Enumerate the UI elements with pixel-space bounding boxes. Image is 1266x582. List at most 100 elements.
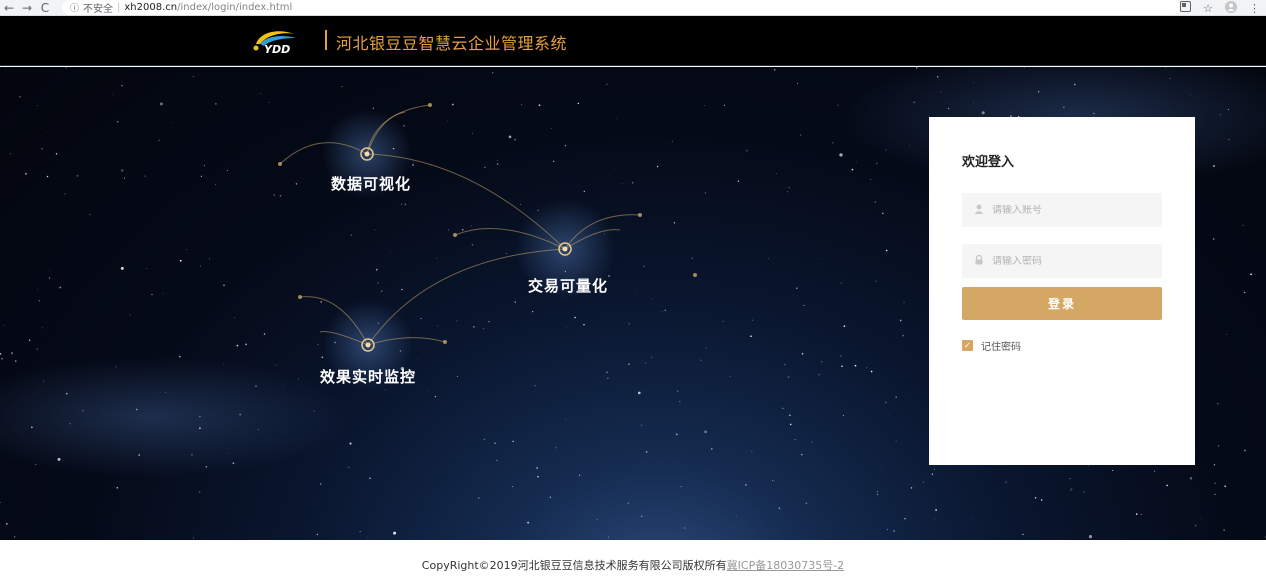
star (171, 122, 172, 123)
star (596, 518, 598, 521)
page-footer: CopyRight©2019河北银豆豆信息技术服务有限公司版权所有冀ICP备18… (0, 540, 1266, 582)
header-divider (325, 30, 327, 50)
star (46, 130, 48, 132)
star (1228, 138, 1230, 141)
star (268, 102, 270, 103)
star (1194, 524, 1197, 527)
reload-icon[interactable]: C (36, 0, 54, 16)
star (404, 203, 407, 206)
star (446, 120, 448, 122)
remember-password[interactable]: ✓ 记住密码 (962, 338, 1021, 353)
star (473, 326, 475, 328)
star (89, 214, 91, 216)
star (298, 378, 299, 380)
star (607, 377, 609, 379)
forward-icon[interactable]: → (18, 0, 36, 16)
star (805, 502, 808, 505)
info-icon[interactable]: ⓘ (70, 1, 79, 14)
login-button[interactable]: 登录 (962, 287, 1162, 320)
star (1169, 77, 1171, 80)
star (948, 108, 950, 110)
star (496, 163, 499, 165)
password-field[interactable] (962, 244, 1162, 278)
site-header: YDD 河北银豆豆智慧云企业管理系统 (0, 16, 1266, 66)
star (1154, 470, 1156, 472)
star (36, 348, 38, 350)
star (375, 268, 378, 271)
login-title: 欢迎登入 (962, 155, 1015, 170)
star (245, 343, 247, 346)
star (232, 462, 235, 465)
back-icon[interactable]: ← (0, 0, 18, 16)
address-separator: | (117, 2, 121, 13)
star (555, 447, 557, 449)
star (139, 453, 141, 455)
menu-kebab-icon[interactable]: ⋮ (1249, 2, 1260, 15)
star (981, 111, 985, 115)
star (577, 102, 579, 105)
star (506, 253, 508, 254)
star (37, 288, 39, 290)
star (922, 481, 924, 483)
star (489, 300, 491, 302)
star (1073, 83, 1076, 86)
star (564, 144, 567, 147)
star (565, 418, 566, 420)
star (893, 530, 895, 532)
star (840, 355, 842, 357)
star (640, 424, 643, 426)
star (1200, 518, 1202, 519)
password-input[interactable] (992, 255, 1162, 267)
star (606, 371, 608, 374)
star (374, 229, 376, 231)
star (412, 164, 414, 166)
remember-checkbox[interactable]: ✓ (962, 340, 973, 351)
profile-avatar-icon[interactable] (1225, 0, 1237, 16)
star (403, 125, 405, 127)
username-input[interactable] (992, 204, 1162, 216)
login-card: 欢迎登入 登录 ✓ 记住密码 (929, 117, 1195, 465)
star (121, 84, 123, 87)
star (532, 311, 534, 313)
star (1223, 529, 1225, 531)
star (494, 442, 496, 445)
star (69, 422, 71, 425)
star (478, 497, 480, 499)
translate-icon[interactable] (1180, 1, 1192, 15)
star (215, 183, 216, 185)
star (935, 509, 937, 511)
star (904, 518, 906, 520)
star (789, 423, 792, 426)
star (520, 204, 521, 205)
star (273, 194, 275, 196)
star (514, 301, 516, 303)
star (10, 352, 14, 355)
star (417, 359, 419, 361)
star (656, 165, 659, 168)
star (162, 292, 164, 294)
star (722, 321, 724, 322)
star (645, 362, 647, 364)
star (76, 175, 79, 177)
remember-label: 记住密码 (981, 342, 1021, 353)
star (549, 496, 552, 498)
address-bar[interactable]: ⓘ 不安全 | xh2008.cn /index/login/index.htm… (62, 0, 1180, 15)
bookmark-star-icon[interactable]: ☆ (1203, 2, 1213, 15)
star (1189, 477, 1193, 480)
lock-icon (974, 254, 988, 268)
star (1213, 165, 1215, 167)
star (390, 251, 391, 252)
icp-link[interactable]: 冀ICP备18030735号-2 (727, 559, 845, 572)
star (4, 69, 6, 71)
username-field[interactable] (962, 193, 1162, 227)
star (452, 103, 454, 106)
star (472, 133, 473, 135)
ydd-logo[interactable]: YDD (250, 26, 308, 56)
star (25, 172, 27, 175)
star (679, 401, 681, 403)
star (583, 323, 585, 326)
star (583, 190, 585, 192)
star (870, 370, 873, 373)
star (1034, 497, 1037, 499)
star (199, 427, 201, 430)
